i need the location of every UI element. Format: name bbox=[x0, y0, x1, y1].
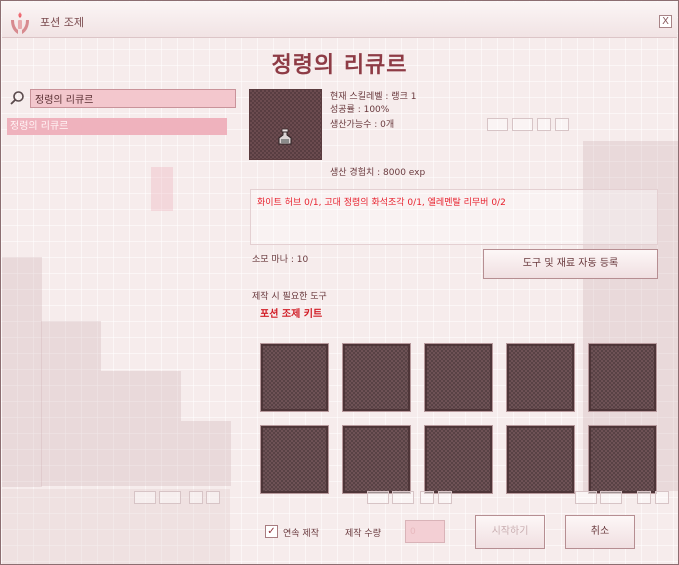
material-slot[interactable] bbox=[342, 343, 411, 412]
production-exp: 생산 경험치 : 8000 exp bbox=[330, 168, 426, 178]
bg-ghost-button bbox=[600, 491, 622, 504]
bg-ghost-button bbox=[512, 118, 533, 131]
material-slot[interactable] bbox=[260, 425, 329, 494]
bg-ghost-button bbox=[438, 491, 452, 504]
start-button[interactable]: 시작하기 bbox=[475, 515, 545, 549]
bg-ghost-button bbox=[420, 491, 434, 504]
required-tool: 포션 조제 키트 bbox=[260, 309, 323, 320]
materials-list: 화이트 허브 0/1, 고대 정령의 화석조각 0/1, 엘레멘탈 리무버 0/… bbox=[257, 198, 506, 208]
material-slot[interactable] bbox=[588, 343, 657, 412]
material-slot[interactable] bbox=[506, 425, 575, 494]
bg-ghost-button bbox=[134, 491, 156, 504]
bg-ghost-button bbox=[189, 491, 203, 504]
quantity-input[interactable] bbox=[405, 520, 445, 543]
continuous-craft-label: 연속 제작 bbox=[283, 529, 319, 539]
bg-shade bbox=[41, 321, 101, 486]
close-button[interactable]: X bbox=[659, 15, 672, 28]
potion-hands-icon bbox=[11, 12, 29, 34]
search-icon bbox=[10, 91, 24, 105]
window-title: 포션 조제 bbox=[40, 16, 84, 29]
material-slot[interactable] bbox=[424, 343, 493, 412]
bg-ghost-button bbox=[637, 491, 651, 504]
title-bar[interactable]: 포션 조제 X bbox=[2, 2, 677, 38]
material-slot[interactable] bbox=[588, 425, 657, 494]
success-rate: 성공률 : 100% bbox=[330, 105, 390, 115]
bg-shade bbox=[101, 371, 181, 486]
bg-ghost-button bbox=[487, 118, 508, 131]
bg-shade bbox=[2, 257, 42, 487]
tools-label: 제작 시 필요한 도구 bbox=[252, 292, 327, 302]
result-item-slot bbox=[249, 89, 322, 160]
material-slot[interactable] bbox=[260, 343, 329, 412]
auto-register-button[interactable]: 도구 및 재료 자동 등록 bbox=[483, 249, 658, 279]
bg-shade bbox=[181, 421, 231, 486]
bg-ghost-button bbox=[655, 491, 669, 504]
bg-ghost-button bbox=[555, 118, 569, 131]
bg-ghost-button bbox=[206, 491, 220, 504]
bg-ghost-button bbox=[392, 491, 414, 504]
skill-level: 현재 스킬레벨 : 랭크 1 bbox=[330, 92, 417, 102]
material-slot[interactable] bbox=[342, 425, 411, 494]
continuous-craft-checkbox[interactable]: ✓ bbox=[265, 525, 278, 538]
bg-ghost-button bbox=[159, 491, 181, 504]
material-slot[interactable] bbox=[424, 425, 493, 494]
cancel-button[interactable]: 취소 bbox=[565, 515, 635, 549]
quantity-label: 제작 수량 bbox=[345, 529, 381, 539]
mana-cost: 소모 마나 : 10 bbox=[252, 255, 309, 265]
search-input[interactable] bbox=[30, 89, 236, 108]
material-slot[interactable] bbox=[506, 343, 575, 412]
bg-ghost-button bbox=[575, 491, 597, 504]
bg-ghost-button bbox=[537, 118, 551, 131]
recipe-title: 정령의 리큐르 bbox=[271, 53, 408, 78]
recipe-list-item[interactable]: 정령의 리큐르 bbox=[7, 118, 227, 135]
bg-ghost-button bbox=[367, 491, 389, 504]
bg-shade bbox=[151, 167, 173, 211]
materials-panel: 화이트 허브 0/1, 고대 정령의 화석조각 0/1, 엘레멘탈 리무버 0/… bbox=[250, 189, 658, 245]
producible-count: 생산가능수 : 0개 bbox=[330, 120, 395, 130]
potion-crafting-window: 포션 조제 X 정령의 리큐르 정령의 리큐르 현재 스킬레벨 : 랭크 1 성… bbox=[0, 0, 679, 565]
potion-bottle-icon bbox=[278, 128, 292, 145]
